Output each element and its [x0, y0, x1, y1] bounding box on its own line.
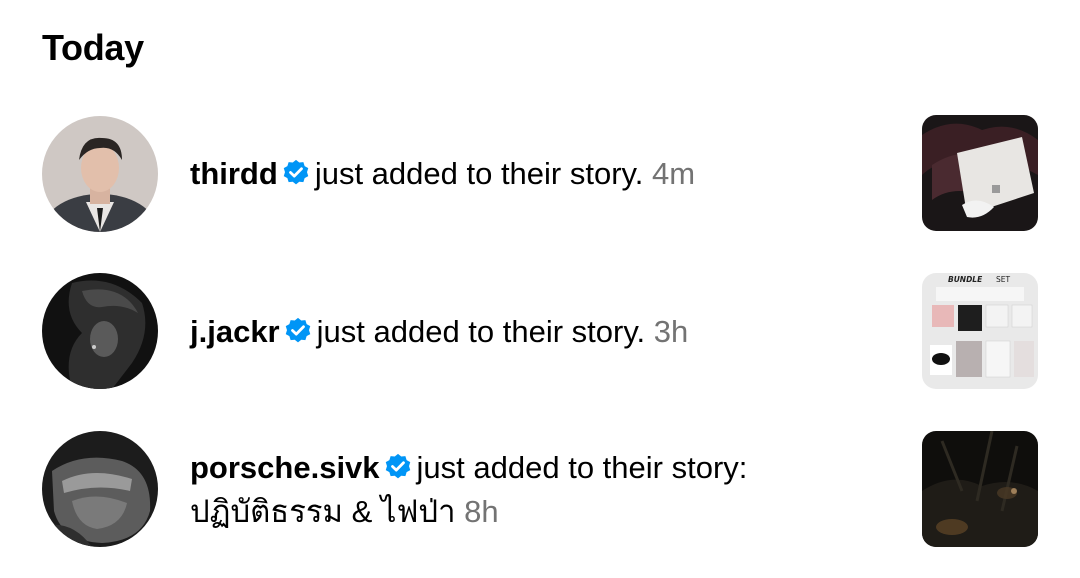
story-thumbnail-icon: BUNDLE SET	[922, 273, 1038, 389]
notification-message: just added to their story:	[416, 450, 748, 485]
verified-badge-icon	[385, 453, 410, 479]
notification-message: just added to their story.	[316, 314, 646, 349]
story-thumbnail[interactable]	[922, 115, 1038, 231]
notification-row[interactable]: j.jackr just added to their story. 3h BUN…	[0, 272, 1080, 392]
profile-photo-icon	[42, 273, 158, 389]
profile-photo-icon	[42, 116, 158, 232]
notification-row[interactable]: porsche.sivk just added to their story: ปฏ…	[0, 430, 1080, 550]
profile-photo-icon	[42, 431, 158, 547]
thumbnail-text-right: SET	[996, 275, 1010, 284]
story-caption: ปฏิบัติธรรม & ไฟป่า	[190, 494, 456, 529]
avatar[interactable]	[42, 431, 158, 547]
notification-text: j.jackr just added to their story. 3h	[190, 310, 890, 354]
story-thumbnail[interactable]	[922, 431, 1038, 547]
notifications-page: Today thirdd just added to their story. 4…	[0, 0, 1080, 578]
username[interactable]: j.jackr	[190, 314, 280, 349]
avatar[interactable]	[42, 273, 158, 389]
username[interactable]: thirdd	[190, 156, 278, 191]
verified-badge-icon	[283, 159, 309, 185]
notification-message: just added to their story.	[314, 156, 644, 191]
timestamp: 3h	[653, 314, 689, 349]
avatar[interactable]	[42, 116, 158, 232]
timestamp: 4m	[651, 156, 696, 191]
story-thumbnail-icon	[922, 431, 1038, 547]
notification-text: thirdd just added to their story. 4m	[190, 152, 890, 196]
notification-text: porsche.sivk just added to their story: ปฏ…	[190, 446, 890, 534]
notification-row[interactable]: thirdd just added to their story. 4m	[0, 114, 1080, 234]
username[interactable]: porsche.sivk	[190, 450, 380, 485]
verified-badge-icon	[285, 317, 310, 343]
story-thumbnail-icon	[922, 115, 1038, 231]
story-thumbnail[interactable]: BUNDLE SET	[922, 273, 1038, 389]
timestamp: 8h	[464, 494, 499, 529]
thumbnail-text-left: BUNDLE	[948, 275, 983, 284]
section-title-today: Today	[42, 27, 144, 68]
